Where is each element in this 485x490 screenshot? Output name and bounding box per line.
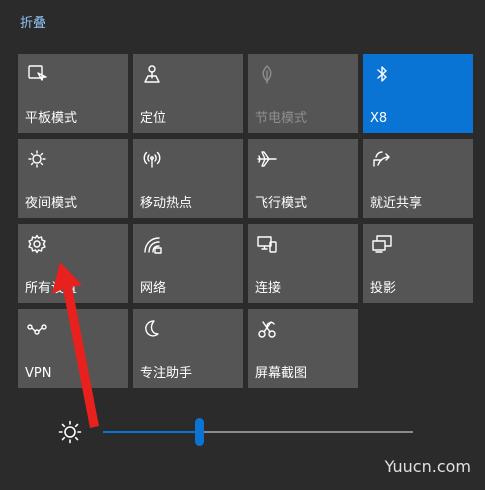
airplane-icon [256, 148, 278, 170]
tile-screen-snip[interactable]: 屏幕截图 [248, 309, 358, 388]
vpn-icon [26, 318, 48, 340]
tile-label: 网络 [140, 281, 167, 296]
tile-label: 移动热点 [140, 196, 193, 211]
gear-icon [26, 233, 48, 255]
tile-focus-assist[interactable]: 专注助手 [133, 309, 243, 388]
connect-icon [256, 233, 278, 255]
tile-label: VPN [25, 366, 52, 381]
collapse-link[interactable]: 折叠 [20, 12, 46, 31]
tile-battery-saver[interactable]: 节电模式 [248, 54, 358, 133]
tile-bluetooth[interactable]: X8 [363, 54, 473, 133]
tile-network[interactable]: 网络 [133, 224, 243, 303]
night-light-icon [26, 148, 48, 170]
tablet-mode-icon [26, 63, 48, 85]
tile-nearby-share[interactable]: 就近共享 [363, 139, 473, 218]
tile-label: 就近共享 [370, 196, 423, 211]
tile-label: 节电模式 [255, 111, 308, 126]
sun-icon [58, 420, 82, 444]
bluetooth-icon [371, 63, 393, 85]
focus-assist-moon-icon [141, 318, 163, 340]
tile-label: 飞行模式 [255, 196, 308, 211]
project-icon [371, 233, 393, 255]
screen-snip-icon [256, 318, 278, 340]
mobile-hotspot-icon [141, 148, 163, 170]
tile-label: 夜间模式 [25, 196, 78, 211]
tile-label: 连接 [255, 281, 282, 296]
tile-vpn[interactable]: VPN [18, 309, 128, 388]
nearby-share-icon [371, 148, 393, 170]
tile-mobile-hotspot[interactable]: 移动热点 [133, 139, 243, 218]
tile-tablet-mode[interactable]: 平板模式 [18, 54, 128, 133]
tile-label: 所有设置 [25, 281, 78, 296]
tile-label: 屏幕截图 [255, 366, 308, 381]
location-icon [141, 63, 163, 85]
battery-saver-icon [256, 63, 278, 85]
tile-label: 定位 [140, 111, 167, 126]
tile-label: X8 [370, 111, 388, 126]
brightness-slider-fill [103, 431, 200, 433]
tile-project[interactable]: 投影 [363, 224, 473, 303]
tile-night-light[interactable]: 夜间模式 [18, 139, 128, 218]
tile-label: 专注助手 [140, 366, 193, 381]
brightness-control [0, 412, 485, 452]
tile-label: 平板模式 [25, 111, 78, 126]
network-icon [141, 233, 163, 255]
brightness-slider-track[interactable] [103, 418, 413, 446]
tile-connect[interactable]: 连接 [248, 224, 358, 303]
brightness-slider-thumb[interactable] [194, 418, 204, 446]
tile-airplane-mode[interactable]: 飞行模式 [248, 139, 358, 218]
tile-label: 投影 [370, 281, 397, 296]
tile-all-settings[interactable]: 所有设置 [18, 224, 128, 303]
watermark-text: Yuucn.com [384, 457, 471, 476]
tile-location[interactable]: 定位 [133, 54, 243, 133]
